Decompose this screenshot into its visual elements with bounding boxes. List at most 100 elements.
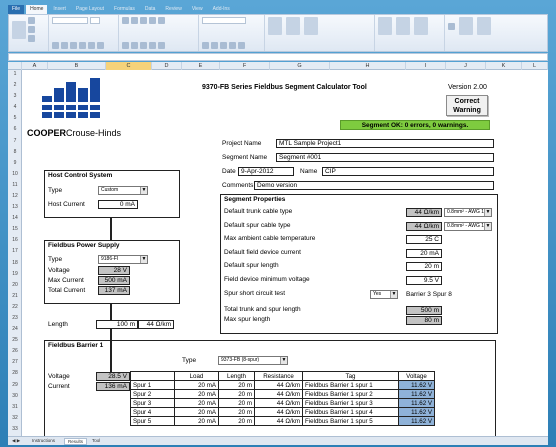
paste-icon[interactable] <box>12 20 26 39</box>
segment-property-value[interactable]: 9.5 V <box>406 275 442 285</box>
comma-icon[interactable] <box>220 42 227 49</box>
sheet-nav-icon[interactable]: ◀ ▶ <box>12 438 20 444</box>
row-header[interactable]: 9 <box>8 160 22 166</box>
row-header[interactable]: 7 <box>8 138 22 144</box>
row-header[interactable]: 17 <box>8 248 22 254</box>
spur-cell-load[interactable]: 20 mA <box>174 398 219 408</box>
tab-add-ins[interactable]: Add-Ins <box>209 5 234 14</box>
row-header[interactable]: 26 <box>8 348 22 354</box>
spur-cell-load[interactable]: 20 mA <box>174 416 219 426</box>
orientation-icon[interactable] <box>149 17 156 24</box>
border-icon[interactable] <box>79 42 86 49</box>
segment-name-field[interactable]: Segment #001 <box>276 153 494 162</box>
find-select-icon[interactable] <box>477 17 491 35</box>
font-color-icon[interactable] <box>97 42 104 49</box>
wrap-text-icon[interactable] <box>158 17 165 24</box>
row-header[interactable]: 3 <box>8 93 22 99</box>
conditional-format-icon[interactable] <box>268 17 282 35</box>
column-header[interactable]: C <box>106 62 152 70</box>
cable-type-select[interactable]: 0.8mm² - AWG 18 ▼ <box>444 221 492 231</box>
row-header[interactable]: 15 <box>8 226 22 232</box>
tab-review[interactable]: Review <box>161 5 185 14</box>
column-header[interactable]: F <box>220 62 270 70</box>
project-name-field[interactable]: MTL Sample Project1 <box>276 139 494 148</box>
spur-cell-length[interactable]: 20 m <box>218 416 255 426</box>
decrease-decimal-icon[interactable] <box>238 42 245 49</box>
row-header[interactable]: 19 <box>8 271 22 277</box>
increase-decimal-icon[interactable] <box>229 42 236 49</box>
row-header[interactable]: 14 <box>8 215 22 221</box>
tab-insert[interactable]: Insert <box>49 5 70 14</box>
psu-type-select[interactable]: 9186-FI ▼ <box>98 255 148 264</box>
column-header[interactable]: L <box>522 62 548 70</box>
align-top-icon[interactable] <box>122 17 129 24</box>
cut-icon[interactable] <box>28 17 35 24</box>
format-painter-icon[interactable] <box>28 35 35 42</box>
host-current-field[interactable]: 0 mA <box>98 200 138 209</box>
tab-home[interactable]: Home <box>26 4 48 14</box>
spur-cell-tag[interactable]: Fieldbus Barrier 1 spur 3 <box>302 398 399 408</box>
column-header[interactable]: I <box>406 62 446 70</box>
spur-cell-tag[interactable]: Fieldbus Barrier 1 spur 1 <box>302 380 399 390</box>
trunk-length-field[interactable]: 100 m <box>96 320 138 329</box>
segment-property-value[interactable]: 20 mA <box>406 248 442 258</box>
column-header[interactable]: H <box>330 62 406 70</box>
spur-short-select[interactable]: Yes ▼ <box>370 290 398 299</box>
row-header[interactable]: 33 <box>8 426 22 432</box>
column-header[interactable]: D <box>152 62 182 70</box>
select-all-corner[interactable] <box>8 62 22 70</box>
row-header[interactable]: 6 <box>8 126 22 132</box>
underline-icon[interactable] <box>70 42 77 49</box>
copy-icon[interactable] <box>28 26 35 33</box>
column-header[interactable]: B <box>48 62 106 70</box>
bold-icon[interactable] <box>52 42 59 49</box>
spur-cell-load[interactable]: 20 mA <box>174 389 219 399</box>
sheet-tab-instructions[interactable]: Instructions <box>32 438 55 443</box>
row-header[interactable]: 24 <box>8 326 22 332</box>
italic-icon[interactable] <box>61 42 68 49</box>
tab-file[interactable]: File <box>8 4 25 14</box>
cell-styles-icon[interactable] <box>304 17 318 35</box>
chevron-down-icon[interactable]: ▼ <box>280 357 287 364</box>
column-header[interactable]: A <box>22 62 48 70</box>
align-right-icon[interactable] <box>140 42 147 49</box>
align-middle-icon[interactable] <box>131 17 138 24</box>
spur-cell-tag[interactable]: Fieldbus Barrier 1 spur 2 <box>302 389 399 399</box>
cable-type-select[interactable]: 0.8mm² - AWG 18 ▼ <box>444 208 492 217</box>
percent-icon[interactable] <box>211 42 218 49</box>
spur-cell-load[interactable]: 20 mA <box>174 380 219 390</box>
spur-cell-length[interactable]: 20 m <box>218 407 255 417</box>
row-header[interactable]: 10 <box>8 171 22 177</box>
row-header[interactable]: 1 <box>8 71 22 77</box>
tab-page-layout[interactable]: Page Layout <box>72 5 108 14</box>
autosum-icon[interactable] <box>448 22 455 30</box>
row-header[interactable]: 30 <box>8 393 22 399</box>
row-header[interactable]: 11 <box>8 182 22 188</box>
currency-icon[interactable] <box>202 42 209 49</box>
format-cells-icon[interactable] <box>414 17 428 35</box>
number-format-box[interactable] <box>202 17 246 24</box>
font-size-box[interactable] <box>90 17 100 24</box>
tab-data[interactable]: Data <box>141 5 160 14</box>
row-header[interactable]: 16 <box>8 237 22 243</box>
row-header[interactable]: 5 <box>8 115 22 121</box>
format-as-table-icon[interactable] <box>286 17 300 35</box>
row-header[interactable]: 2 <box>8 82 22 88</box>
chevron-down-icon[interactable]: ▼ <box>140 187 147 194</box>
indent-icon[interactable] <box>149 42 156 49</box>
fill-color-icon[interactable] <box>88 42 95 49</box>
tab-view[interactable]: View <box>188 5 207 14</box>
segment-property-value[interactable]: 25 C <box>406 235 442 244</box>
row-header[interactable]: 12 <box>8 193 22 199</box>
insert-cells-icon[interactable] <box>378 17 392 35</box>
sort-filter-icon[interactable] <box>459 17 473 35</box>
font-name-box[interactable] <box>52 17 88 24</box>
formula-bar[interactable] <box>8 53 548 61</box>
align-bottom-icon[interactable] <box>140 17 147 24</box>
row-header[interactable]: 31 <box>8 404 22 410</box>
spur-cell-length[interactable]: 20 m <box>218 398 255 408</box>
spur-cell-load[interactable]: 20 mA <box>174 407 219 417</box>
host-type-select[interactable]: Custom ▼ <box>98 186 148 195</box>
sheet-tab-tool[interactable]: Tool <box>92 438 100 443</box>
row-header[interactable]: 21 <box>8 293 22 299</box>
